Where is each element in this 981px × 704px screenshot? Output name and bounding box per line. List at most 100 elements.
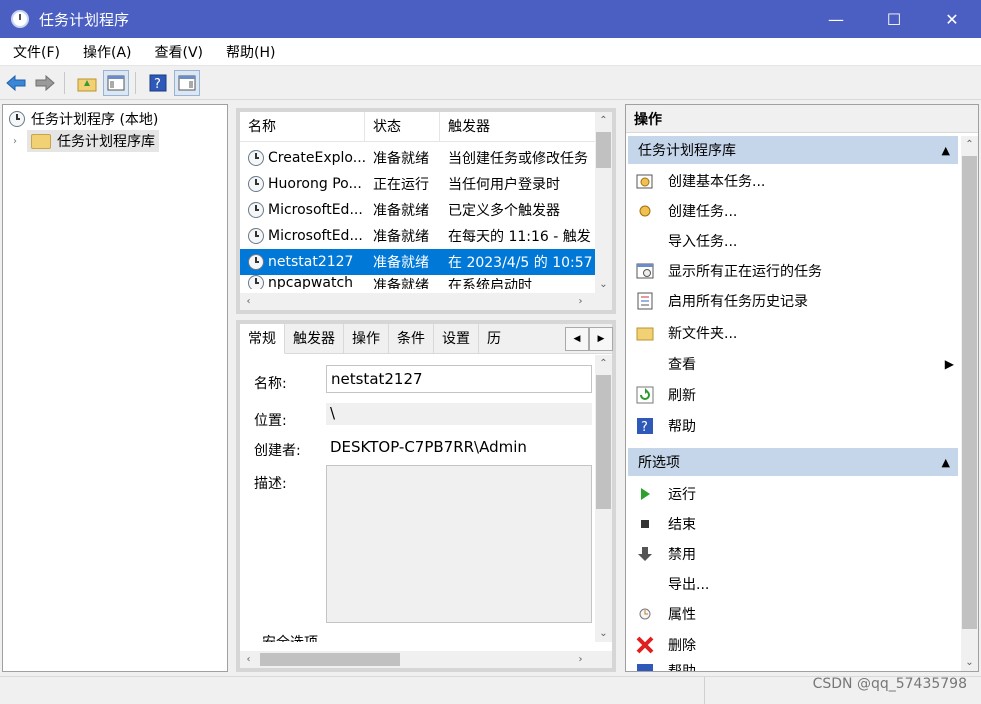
task-name: netstat2127	[268, 254, 354, 270]
submenu-arrow-icon: ▶	[944, 357, 954, 371]
scroll-thumb[interactable]	[260, 653, 400, 666]
tab-settings[interactable]: 设置	[434, 324, 479, 354]
forward-button[interactable]	[32, 70, 58, 96]
table-row-selected[interactable]: netstat2127 准备就绪 在 2023/4/5 的 10:57	[240, 249, 595, 275]
action-import-task[interactable]: 导入任务...	[634, 227, 737, 255]
create-basic-task-icon	[634, 170, 656, 192]
action-help-selected[interactable]: 帮助	[634, 661, 696, 671]
tab-actions[interactable]: 操作	[344, 324, 389, 354]
scroll-down-icon[interactable]: ⌄	[961, 654, 978, 671]
scroll-right-icon[interactable]: ›	[572, 651, 589, 668]
tab-conditions[interactable]: 条件	[389, 324, 434, 354]
action-label: 禁用	[668, 547, 696, 563]
action-label: 显示所有正在运行的任务	[668, 264, 822, 280]
scroll-left-icon[interactable]: ‹	[240, 293, 257, 310]
tree-library[interactable]: › 任务计划程序库	[3, 130, 227, 152]
task-list-horizontal-scrollbar[interactable]: ‹ ›	[240, 293, 612, 310]
action-export[interactable]: 导出...	[634, 570, 709, 598]
collapse-up-icon[interactable]: ▲	[942, 456, 950, 469]
scroll-thumb[interactable]	[596, 375, 611, 509]
action-label: 启用所有任务历史记录	[668, 294, 808, 310]
table-row[interactable]: npcapwatch 准备就绪 在系统启动时	[240, 275, 595, 289]
close-button[interactable]: ✕	[923, 0, 981, 38]
maximize-button[interactable]: ☐	[865, 0, 923, 38]
details-vertical-scrollbar[interactable]: ⌃ ⌄	[595, 355, 612, 642]
task-name: npcapwatch	[268, 275, 354, 289]
action-enable-history[interactable]: 启用所有任务历史记录	[634, 287, 808, 315]
column-name[interactable]: 名称	[240, 112, 365, 142]
task-list: 名称 状态 触发器 CreateExplo... 准备就绪 当创建任务或修改任务…	[236, 108, 616, 314]
action-run[interactable]: 运行	[634, 480, 696, 508]
tab-scroll-right-icon[interactable]: ▶	[589, 327, 613, 351]
scroll-down-icon[interactable]: ⌄	[595, 625, 612, 642]
menu-help[interactable]: 帮助(H)	[216, 42, 285, 62]
action-properties[interactable]: 属性	[634, 600, 696, 628]
general-tab-content: 名称: netstat2127 位置: \ 创建者: DESKTOP-C7PB7…	[240, 355, 595, 642]
actions-vertical-scrollbar[interactable]: ⌃ ⌄	[961, 136, 978, 671]
toolbar: ?	[0, 66, 981, 100]
task-clock-icon	[248, 254, 264, 270]
task-trigger: 当创建任务或修改任务	[448, 151, 588, 167]
action-new-folder[interactable]: 新文件夹...	[634, 319, 737, 347]
action-refresh[interactable]: 刷新	[634, 381, 696, 409]
minimize-button[interactable]: —	[807, 0, 865, 38]
scroll-right-icon[interactable]: ›	[572, 293, 589, 310]
scroll-up-icon[interactable]: ⌃	[595, 355, 612, 372]
collapse-up-icon[interactable]: ▲	[942, 144, 950, 157]
column-status[interactable]: 状态	[365, 112, 440, 142]
section-selected-header[interactable]: 所选项 ▲	[628, 448, 958, 476]
section-selected-label: 所选项	[638, 455, 680, 471]
menu-view[interactable]: 查看(V)	[145, 42, 214, 62]
task-list-vertical-scrollbar[interactable]: ⌃ ⌄	[595, 112, 612, 293]
scroll-up-icon[interactable]: ⌃	[595, 112, 612, 129]
section-library-label: 任务计划程序库	[638, 143, 736, 159]
details-horizontal-scrollbar[interactable]: ‹ ›	[240, 651, 612, 668]
scroll-thumb[interactable]	[596, 132, 611, 168]
tab-triggers[interactable]: 触发器	[285, 324, 344, 354]
help-icon	[634, 661, 656, 671]
expand-chevron-icon[interactable]: ›	[13, 136, 27, 147]
folder-clock-icon	[31, 133, 51, 149]
action-show-running-tasks[interactable]: 显示所有正在运行的任务	[634, 257, 822, 285]
tab-scroll-left-icon[interactable]: ◀	[565, 327, 589, 351]
action-delete[interactable]: 删除	[634, 631, 696, 659]
section-library-header[interactable]: 任务计划程序库 ▲	[628, 136, 958, 164]
table-row[interactable]: Huorong Po... 正在运行 当任何用户登录时	[240, 171, 595, 197]
help-button[interactable]: ?	[145, 70, 171, 96]
action-label: 导出...	[668, 577, 710, 593]
tree-root[interactable]: 任务计划程序 (本地)	[3, 108, 227, 130]
action-view[interactable]: 查看 ▶	[634, 350, 954, 378]
run-icon	[634, 483, 656, 505]
back-button[interactable]	[3, 70, 29, 96]
task-details: 常规 触发器 操作 条件 设置 历 ◀ ▶ 名称: netstat2127 位置…	[236, 320, 616, 672]
task-trigger: 在每天的 11:16 - 触发	[448, 229, 591, 245]
column-trigger[interactable]: 触发器	[440, 112, 595, 142]
menu-file[interactable]: 文件(F)	[3, 42, 70, 62]
scroll-up-icon[interactable]: ⌃	[961, 136, 978, 153]
scroll-left-icon[interactable]: ‹	[240, 651, 257, 668]
running-tasks-icon	[634, 260, 656, 282]
action-create-basic-task[interactable]: 创建基本任务...	[634, 167, 765, 195]
disable-arrow-down-icon	[634, 543, 656, 565]
action-end[interactable]: 结束	[634, 510, 696, 538]
up-folder-button[interactable]	[74, 70, 100, 96]
tab-history[interactable]: 历	[479, 324, 509, 354]
location-field: \	[326, 403, 592, 425]
table-row[interactable]: MicrosoftEd... 准备就绪 在每天的 11:16 - 触发	[240, 223, 595, 249]
name-field[interactable]: netstat2127	[326, 365, 592, 393]
action-pane-icon	[178, 75, 196, 90]
show-hide-console-tree-button[interactable]	[103, 69, 129, 96]
scroll-thumb[interactable]	[962, 156, 977, 629]
description-field[interactable]	[326, 465, 592, 623]
action-label: 运行	[668, 487, 696, 503]
table-row[interactable]: CreateExplo... 准备就绪 当创建任务或修改任务	[240, 145, 595, 171]
action-disable[interactable]: 禁用	[634, 540, 696, 568]
tab-general[interactable]: 常规	[240, 324, 285, 354]
action-create-task[interactable]: 创建任务...	[634, 197, 737, 225]
scroll-down-icon[interactable]: ⌄	[595, 276, 612, 293]
menu-action[interactable]: 操作(A)	[73, 42, 142, 62]
task-status: 准备就绪	[373, 229, 429, 245]
table-row[interactable]: MicrosoftEd... 准备就绪 已定义多个触发器	[240, 197, 595, 223]
show-hide-action-pane-button[interactable]	[174, 69, 200, 96]
action-help[interactable]: ? 帮助	[634, 412, 696, 440]
